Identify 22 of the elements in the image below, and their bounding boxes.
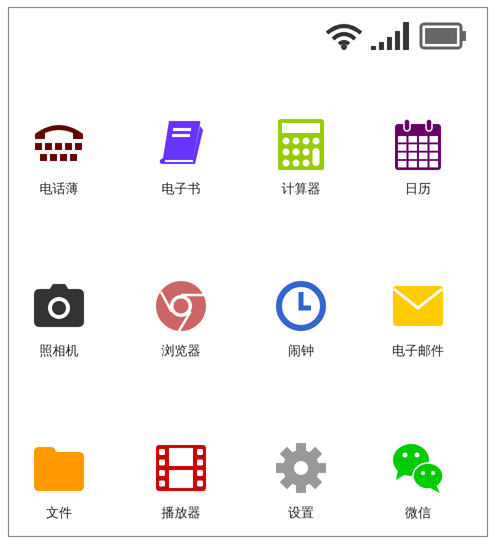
battery-icon bbox=[419, 22, 467, 50]
browser-icon bbox=[155, 280, 207, 332]
app-label[interactable]: 播放器 bbox=[162, 504, 200, 522]
calculator-icon bbox=[275, 118, 327, 170]
app-label[interactable]: 电话薄 bbox=[40, 180, 78, 198]
app-label[interactable]: 闹钟 bbox=[288, 342, 314, 360]
app-label[interactable]: 计算器 bbox=[282, 180, 320, 198]
app-label[interactable]: 照相机 bbox=[40, 342, 78, 360]
chat-bubbles-icon bbox=[392, 442, 444, 494]
signal-icon bbox=[371, 22, 411, 50]
settings-icon bbox=[275, 442, 327, 494]
app-label[interactable]: 日历 bbox=[405, 180, 431, 198]
calendar-icon bbox=[392, 118, 444, 170]
app-label[interactable]: 浏览器 bbox=[162, 342, 200, 360]
app-label[interactable]: 文件 bbox=[46, 504, 72, 522]
wifi-icon bbox=[325, 22, 363, 50]
app-label[interactable]: 微信 bbox=[405, 504, 431, 522]
app-label[interactable]: 设置 bbox=[288, 504, 314, 522]
app-label[interactable]: 电子书 bbox=[162, 180, 200, 198]
clock-icon bbox=[275, 280, 327, 332]
film-icon bbox=[155, 442, 207, 494]
app-label[interactable]: 电子邮件 bbox=[392, 342, 444, 360]
